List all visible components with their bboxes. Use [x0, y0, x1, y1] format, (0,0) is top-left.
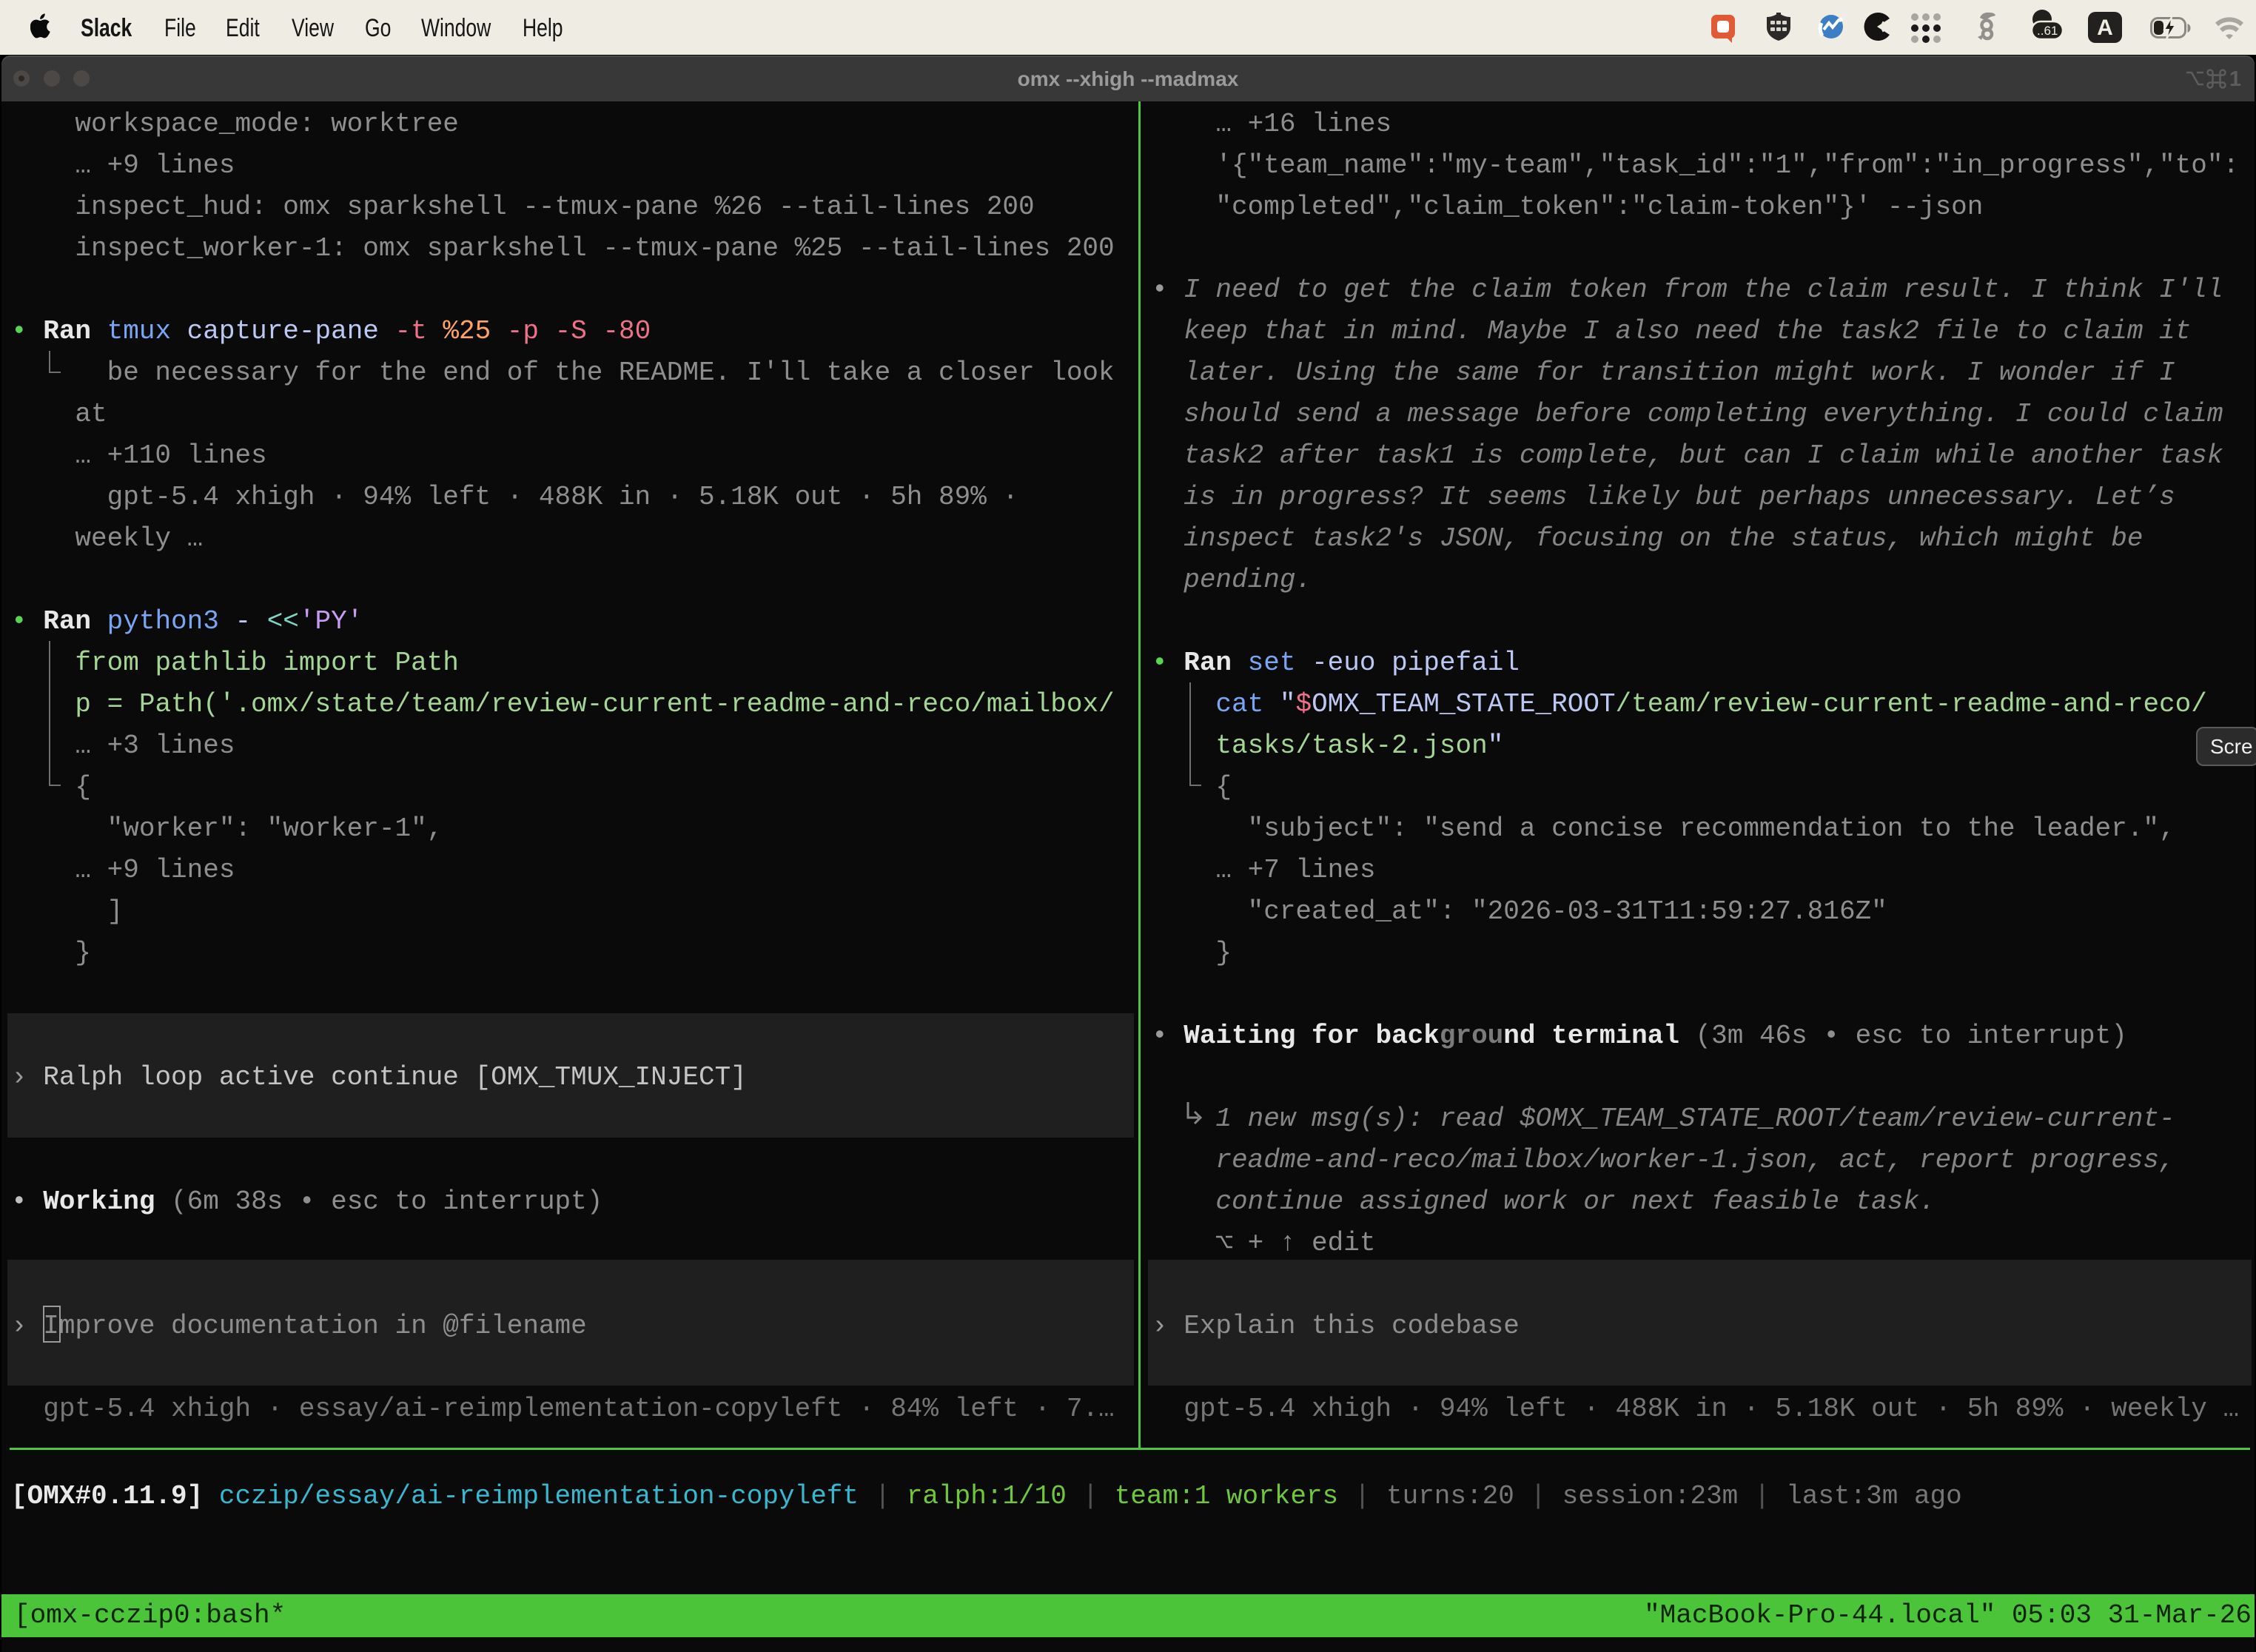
- svg-text:..61: ..61: [2037, 24, 2058, 38]
